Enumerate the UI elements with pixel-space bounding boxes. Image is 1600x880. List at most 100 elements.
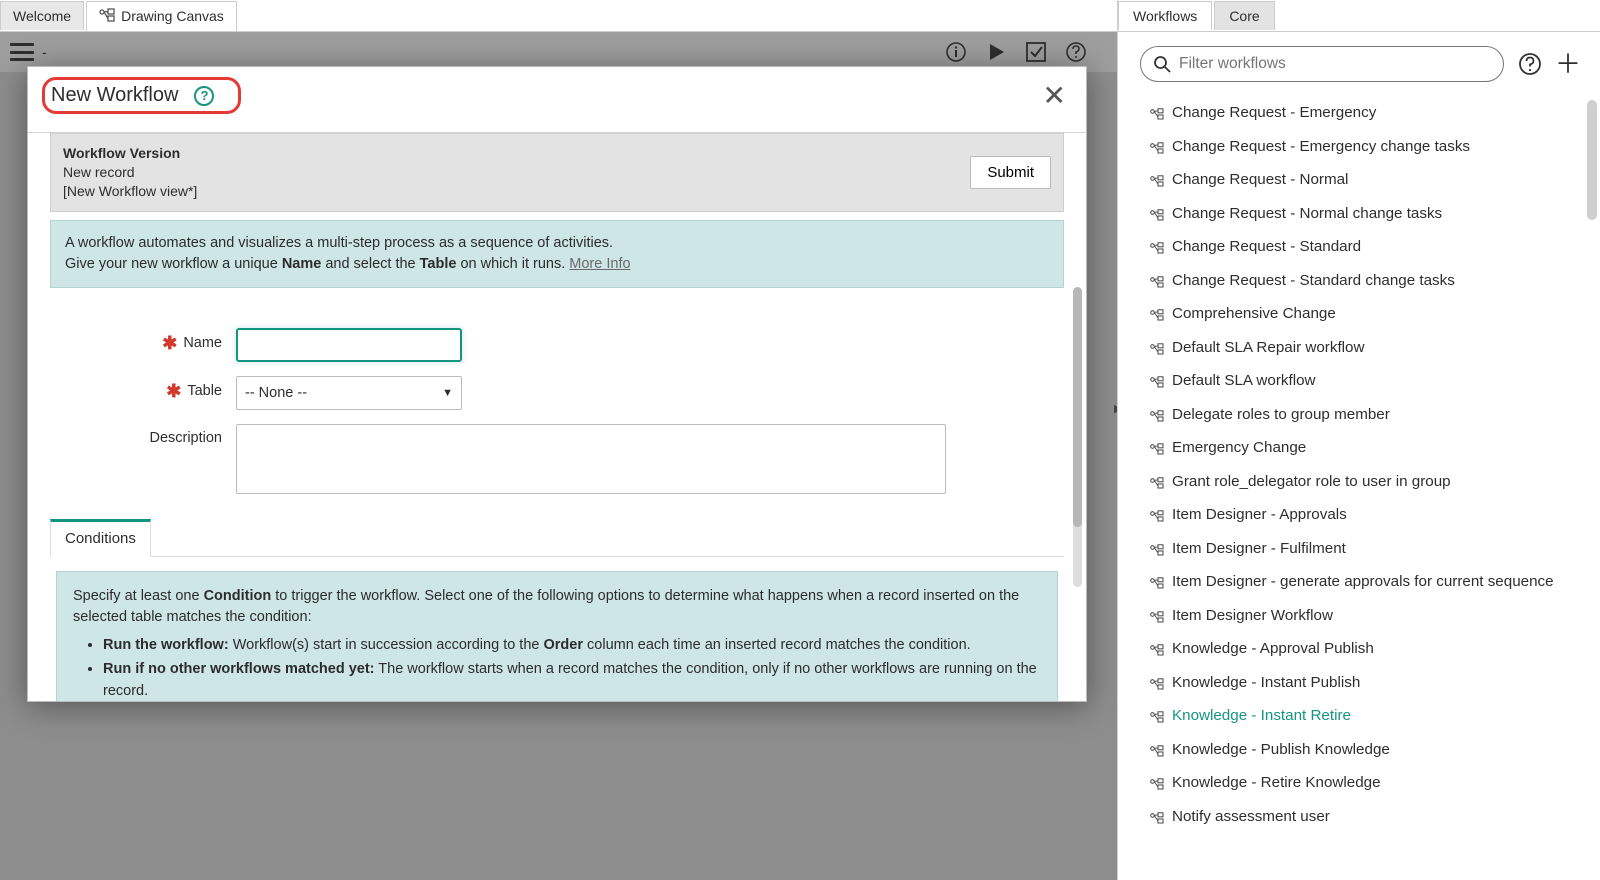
workflow-icon [1150,709,1164,730]
tab-welcome-label: Welcome [13,8,71,24]
workflow-item-label: Change Request - Normal change tasks [1172,204,1442,225]
search-input[interactable] [1179,55,1491,73]
workflow-item-label: Item Designer - Fulfilment [1172,539,1346,560]
version-sub2: [New Workflow view*] [63,182,197,201]
workflow-list-item[interactable]: Change Request - Normal [1118,165,1600,199]
workflow-list-item[interactable]: Knowledge - Instant Retire [1118,701,1600,735]
workflow-icon [1150,508,1164,529]
workflow-list-item[interactable]: Change Request - Standard [1118,232,1600,266]
table-label: Table [187,383,222,399]
play-icon[interactable] [985,41,1007,63]
description-label: Description [149,430,222,446]
tab-core[interactable]: Core [1214,1,1274,30]
workflow-icon [1150,374,1164,395]
submit-button[interactable]: Submit [970,156,1051,189]
main-tab-bar: Welcome Drawing Canvas [0,0,1117,32]
workflow-item-label: Change Request - Normal [1172,170,1348,191]
side-scroll-thumb[interactable] [1587,100,1597,220]
workflow-list-item[interactable]: Change Request - Normal change tasks [1118,199,1600,233]
workflow-icon [1150,810,1164,831]
workflow-list-item[interactable]: Knowledge - Publish Knowledge [1118,735,1600,769]
workflow-icon [1150,408,1164,429]
workflow-item-label: Item Designer - Approvals [1172,505,1347,526]
workflow-icon [1150,307,1164,328]
workflow-icon [1150,140,1164,161]
workflow-list-item[interactable]: Default SLA workflow [1118,366,1600,400]
side-help-icon[interactable] [1518,52,1542,76]
workflow-list[interactable]: Change Request - Emergency Change Request… [1118,92,1600,880]
description-input[interactable] [236,424,946,494]
workflow-icon [1150,609,1164,630]
dialog-title: New Workflow [51,84,178,107]
workflow-list-item[interactable]: Item Designer Workflow [1118,601,1600,635]
workflow-item-label: Knowledge - Approval Publish [1172,639,1374,660]
workflow-list-item[interactable]: Default SLA Repair workflow [1118,333,1600,367]
workflow-list-item[interactable]: Item Designer - generate approvals for c… [1118,567,1600,601]
workflow-item-label: Emergency Change [1172,438,1306,459]
workflow-list-item[interactable]: Item Designer - Fulfilment [1118,534,1600,568]
tab-welcome[interactable]: Welcome [0,1,84,30]
tab-workflows[interactable]: Workflows [1118,1,1212,30]
info-line2: Give your new workflow a unique Name and… [65,254,1049,275]
workflow-list-item[interactable]: Grant role_delegator role to user in gro… [1118,467,1600,501]
info-banner: A workflow automates and visualizes a mu… [50,220,1064,288]
cond-intro: Specify at least one Condition to trigge… [73,586,1041,630]
search-field-wrap[interactable] [1140,46,1504,82]
workflow-version-text: Workflow Version New record [New Workflo… [63,144,197,201]
conditions-section: Conditions Specify at least one Conditio… [50,519,1064,701]
workflow-list-item[interactable]: Delegate roles to group member [1118,400,1600,434]
table-select-value: -- None -- [245,385,307,401]
workflow-icon [1150,776,1164,797]
more-info-link[interactable]: More Info [569,256,630,272]
workflow-icon [1150,207,1164,228]
tab-drawing-canvas[interactable]: Drawing Canvas [86,1,237,31]
scroll-thumb[interactable] [1073,287,1082,527]
validate-icon[interactable] [1025,41,1047,63]
workflow-list-item[interactable]: Change Request - Standard change tasks [1118,266,1600,300]
workflow-item-label: Change Request - Emergency [1172,103,1376,124]
workflow-item-label: Default SLA workflow [1172,371,1316,392]
workflow-item-label: Knowledge - Instant Publish [1172,673,1360,694]
close-icon[interactable]: ✕ [1037,82,1072,110]
workflow-icon [1150,642,1164,663]
tab-drawing-canvas-label: Drawing Canvas [121,8,224,24]
add-workflow-button[interactable]: ＋ [1556,52,1580,76]
workflow-version-bar: Workflow Version New record [New Workflo… [50,133,1064,212]
workflow-icon [1150,743,1164,764]
workflow-icon [1150,475,1164,496]
conditions-banner: Specify at least one Condition to trigge… [56,571,1058,701]
workflow-item-label: Item Designer Workflow [1172,606,1333,627]
workflow-icon [99,8,115,25]
info-icon[interactable] [945,41,967,63]
workflow-list-item[interactable]: Knowledge - Retire Knowledge [1118,768,1600,802]
toolbar-dash: - [42,44,47,60]
workflow-item-label: Item Designer - generate approvals for c… [1172,572,1554,593]
dialog-help-icon[interactable]: ? [194,86,214,106]
plus-icon: ＋ [1555,51,1581,77]
workflow-list-item[interactable]: Knowledge - Instant Publish [1118,668,1600,702]
workflow-list-item[interactable]: Notify assessment user [1118,802,1600,836]
workflow-item-label: Delegate roles to group member [1172,405,1390,426]
dialog-scrollbar[interactable] [1073,287,1082,587]
workflow-list-item[interactable]: Item Designer - Approvals [1118,500,1600,534]
workflow-list-item[interactable]: Emergency Change [1118,433,1600,467]
help-icon[interactable] [1065,41,1087,63]
workflow-item-label: Knowledge - Publish Knowledge [1172,740,1390,761]
workflow-item-label: Knowledge - Instant Retire [1172,706,1351,727]
menu-icon[interactable] [10,43,34,61]
workflow-item-label: Change Request - Standard [1172,237,1361,258]
workflow-list-item[interactable]: Change Request - Emergency [1118,98,1600,132]
cond-bullet-2: Run if no other workflows matched yet: T… [103,659,1041,701]
workflow-list-item[interactable]: Comprehensive Change [1118,299,1600,333]
side-toolbar: ＋ [1118,32,1600,92]
side-scrollbar[interactable] [1587,100,1597,870]
name-label: Name [183,335,222,351]
table-select[interactable]: -- None -- ▼ [236,376,462,410]
workflow-list-item[interactable]: Change Request - Emergency change tasks [1118,132,1600,166]
workflow-list-item[interactable]: Knowledge - Approval Publish [1118,634,1600,668]
workflow-item-label: Default SLA Repair workflow [1172,338,1364,359]
tab-conditions[interactable]: Conditions [50,519,151,557]
info-line1: A workflow automates and visualizes a mu… [65,233,1049,254]
name-input[interactable] [236,328,462,362]
workflow-icon [1150,575,1164,596]
